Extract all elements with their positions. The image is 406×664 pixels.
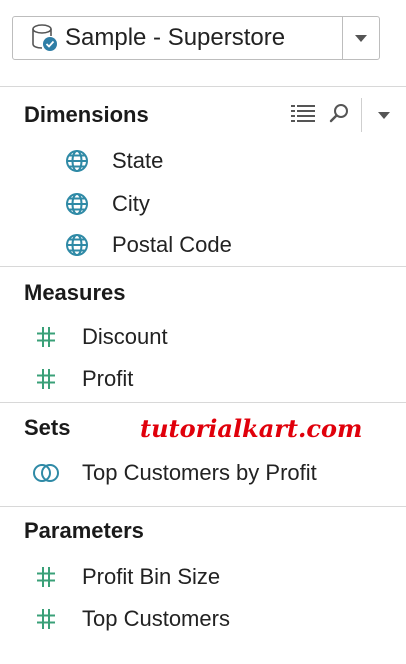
field-item[interactable]: City <box>64 189 150 219</box>
database-check-icon <box>31 23 59 53</box>
field-item[interactable]: State <box>64 146 163 176</box>
divider <box>0 506 406 507</box>
field-label: City <box>112 191 150 216</box>
divider <box>0 86 406 87</box>
dimensions-toolbar <box>286 98 406 132</box>
dimensions-heading: Dimensions <box>24 102 149 127</box>
field-item[interactable]: Top Customers by Profit <box>32 458 317 488</box>
field-item[interactable]: Discount <box>34 322 168 352</box>
hash-icon <box>34 566 58 588</box>
toolbar-separator <box>361 98 362 132</box>
watermark-text: tutorialkart.com <box>140 414 363 443</box>
parameter-item[interactable]: Profit Bin Size <box>34 562 220 592</box>
field-item[interactable]: Postal Code <box>64 230 232 260</box>
parameters-heading: Parameters <box>24 518 144 543</box>
globe-icon <box>64 233 90 257</box>
data-source-main[interactable]: Sample - Superstore <box>13 17 342 59</box>
menu-dropdown-icon <box>378 111 390 119</box>
divider <box>0 266 406 267</box>
field-item[interactable]: Profit <box>34 364 133 394</box>
dimensions-menu-button[interactable] <box>366 98 402 132</box>
hash-icon <box>34 326 58 348</box>
parameter-label: Profit Bin Size <box>82 564 221 589</box>
set-icon <box>32 461 60 485</box>
hash-icon <box>34 608 58 630</box>
field-label: Postal Code <box>112 232 232 257</box>
data-source-dropdown-button[interactable] <box>343 17 379 59</box>
list-view-icon <box>291 104 315 127</box>
parameter-label: Top Customers <box>82 606 230 631</box>
search-button[interactable] <box>322 98 356 132</box>
data-source-label: Sample - Superstore <box>65 24 286 51</box>
measures-heading: Measures <box>24 280 126 305</box>
field-label: State <box>112 148 164 173</box>
hash-icon <box>34 368 58 390</box>
field-label: Profit <box>82 366 134 391</box>
parameter-item[interactable]: Top Customers <box>34 604 230 634</box>
globe-icon <box>64 149 90 173</box>
field-label: Discount <box>82 324 168 349</box>
globe-icon <box>64 192 90 216</box>
chevron-down-icon <box>355 34 367 42</box>
sets-heading: Sets <box>24 415 71 440</box>
data-pane: Sample - Superstore Dimensions State Cit… <box>0 0 406 664</box>
data-source-selector[interactable]: Sample - Superstore <box>12 16 380 60</box>
search-icon <box>329 103 349 128</box>
field-label: Top Customers by Profit <box>82 460 317 485</box>
list-view-button[interactable] <box>286 98 320 132</box>
divider <box>0 402 406 403</box>
